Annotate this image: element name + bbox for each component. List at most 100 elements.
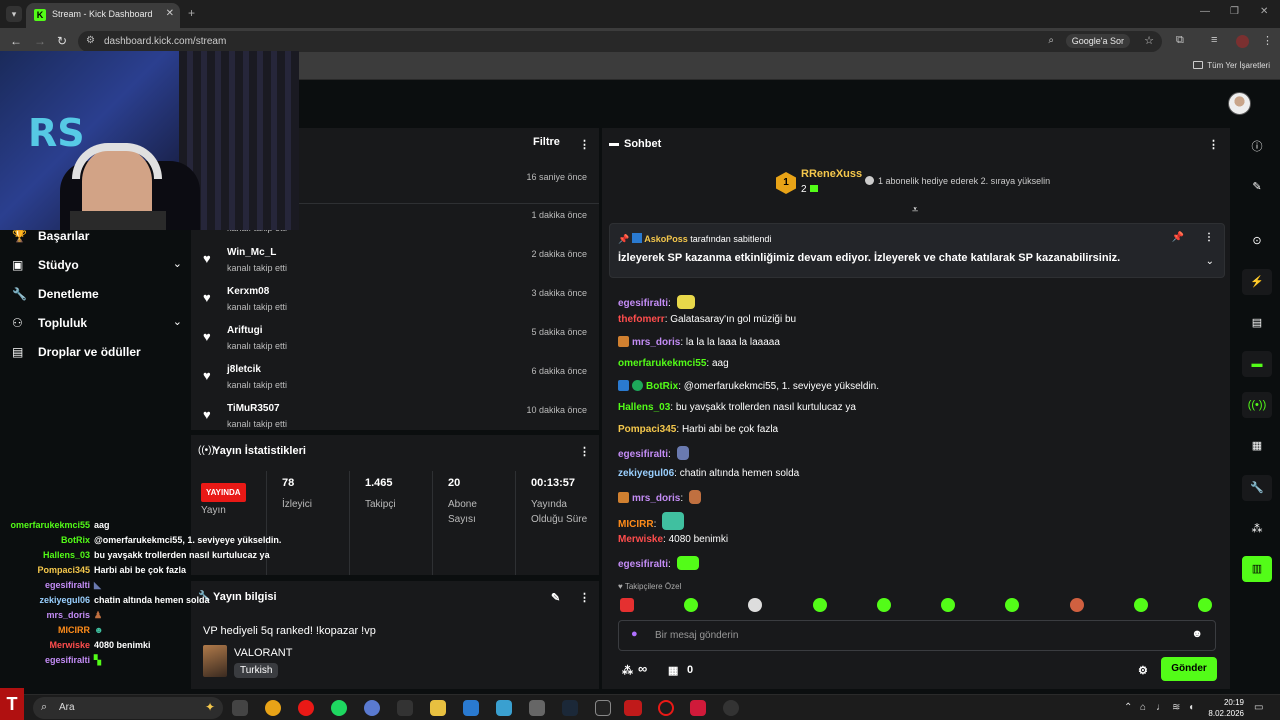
profile-avatar[interactable] [1236, 35, 1249, 48]
broadcast-icon[interactable]: ((•)) [1242, 392, 1272, 418]
obs-icon[interactable] [723, 700, 739, 716]
chat-input[interactable]: ● Bir mesaj gönderin ☻ [618, 620, 1216, 651]
activity-username[interactable]: Ariftugi [227, 325, 263, 336]
chat-username[interactable]: egesifiralti [618, 298, 668, 309]
chrome-icon[interactable] [265, 700, 281, 716]
microphone-icon[interactable]: ♩ [1156, 702, 1166, 713]
opera-icon[interactable] [298, 700, 314, 716]
bookmark-star-icon[interactable]: ☆ [1144, 34, 1154, 47]
activity-username[interactable]: j8letcik [227, 364, 261, 375]
maximize-icon[interactable]: ❐ [1230, 6, 1239, 17]
gear-icon[interactable]: ⚙ [1138, 664, 1148, 677]
notification-icon[interactable]: ▭ [1254, 702, 1263, 713]
emote-icon[interactable] [1005, 598, 1019, 612]
valorant-icon[interactable] [690, 700, 706, 716]
store-icon[interactable] [463, 700, 479, 716]
tab-search-button[interactable]: ▾ [6, 6, 22, 22]
emote-icon[interactable] [748, 598, 762, 612]
edit-icon[interactable]: ✎ [551, 591, 560, 604]
system-clock[interactable]: 20:19 8.02.2026 [1204, 697, 1244, 719]
zoom-icon[interactable]: ⌕ [1048, 35, 1054, 46]
kebab-menu-icon[interactable]: ⋮ [579, 445, 590, 458]
taskbar-search[interactable]: ⌕ Ara ✦ [33, 697, 223, 719]
kebab-menu-icon[interactable]: ⋮ [579, 138, 590, 151]
emote-icon[interactable] [684, 598, 698, 612]
chat-username[interactable]: egesifiralti [618, 559, 668, 570]
emote-icon[interactable] [1198, 598, 1212, 612]
kebab-menu-icon[interactable]: ⋮ [1208, 138, 1219, 151]
community-icon[interactable]: ⁂ [1242, 516, 1272, 542]
collapse-arrow-icon[interactable]: ⩡ [912, 204, 918, 217]
emote-icon[interactable] [1134, 598, 1148, 612]
channel-points-icon[interactable]: ⁂ [622, 664, 633, 677]
chat-username[interactable]: thefomerr [618, 314, 665, 325]
spotify-icon[interactable] [331, 700, 347, 716]
chat-username[interactable]: MICIRR [618, 519, 654, 530]
chat-username[interactable]: omerfarukekmci55 [618, 358, 706, 369]
wifi-icon[interactable]: ≋ [1172, 702, 1180, 713]
chat-username[interactable]: BotRix [646, 381, 678, 392]
site-info-icon[interactable]: ⚙ [86, 35, 95, 46]
browser-tab[interactable]: K Stream - Kick Dashboard ✕ [26, 3, 180, 28]
emote-icon[interactable] [877, 598, 891, 612]
emote-icon[interactable] [620, 598, 634, 612]
calculator-icon[interactable] [529, 700, 545, 716]
new-tab-button[interactable]: + [188, 6, 195, 20]
window-close-icon[interactable]: ✕ [1260, 6, 1268, 17]
filter-button[interactable]: Filtre [533, 136, 560, 148]
google-lens-button[interactable]: Google'a Sor [1065, 34, 1130, 48]
minimize-icon[interactable]: — [1200, 6, 1210, 17]
capcut-icon[interactable] [397, 700, 413, 716]
info-icon[interactable]: ⓘ [1242, 134, 1272, 160]
sidebar-item-drops[interactable]: ▤ Droplar ve ödüller [12, 342, 182, 362]
sidebar-item-community[interactable]: ⚇ Topluluk ⌄ [12, 313, 182, 333]
chat-username[interactable]: egesifiralti [618, 449, 668, 460]
sidebar-item-moderation[interactable]: 🔧 Denetleme [12, 284, 182, 304]
emote-icon[interactable] [1070, 598, 1084, 612]
sidebar-item-studio[interactable]: ▣ Stüdyo ⌄ [12, 255, 182, 275]
app-icon[interactable] [624, 700, 642, 716]
file-explorer-icon[interactable] [430, 700, 446, 716]
kebab-menu-icon[interactable]: ⋮ [1204, 232, 1214, 243]
opera-gx-icon[interactable] [658, 700, 674, 716]
epic-games-icon[interactable] [595, 700, 611, 716]
tray-chevron-icon[interactable]: ⌃ [1124, 702, 1132, 713]
activity-username[interactable]: Win_Mc_L [227, 247, 276, 258]
network-icon[interactable]: ⌂ [1140, 702, 1146, 713]
chevron-down-icon[interactable]: ⌄ [1206, 256, 1214, 267]
chevron-down-icon[interactable]: ⌄ [173, 315, 182, 328]
emoji-icon[interactable]: ☻ [1191, 628, 1203, 640]
activity-username[interactable]: TiMuR3507 [227, 403, 280, 414]
drops-icon[interactable]: ▦ [1242, 433, 1272, 459]
chevron-down-icon[interactable]: ⌄ [173, 257, 182, 270]
omnibox[interactable]: ⚙ dashboard.kick.com/stream ⌕ Google'a S… [78, 31, 1162, 52]
wrench-icon[interactable]: 🔧 [1242, 475, 1272, 501]
tab-close-icon[interactable]: ✕ [166, 8, 174, 19]
bolt-icon[interactable]: ⚡ [1242, 269, 1272, 295]
user-avatar[interactable] [1228, 92, 1251, 115]
kebab-menu-icon[interactable]: ⋮ [579, 591, 590, 604]
volume-icon[interactable]: ◖ [1188, 702, 1194, 713]
steam-icon[interactable] [562, 700, 578, 716]
chat-username[interactable]: Merwiske [618, 534, 663, 545]
chat-username[interactable]: Hallens_03 [618, 402, 670, 413]
app-icon[interactable] [496, 700, 512, 716]
pin-icon[interactable]: 📌 [1172, 232, 1184, 243]
extensions-icon[interactable]: ⧉ [1176, 34, 1184, 47]
emote-icon[interactable] [941, 598, 955, 612]
edit-icon[interactable]: ✎ [1242, 174, 1272, 200]
activity-username[interactable]: Kerxm08 [227, 286, 269, 297]
camera-icon[interactable]: ⊙ [1242, 228, 1272, 254]
document-icon[interactable]: ▤ [1242, 310, 1272, 336]
chat-icon[interactable]: ▬ [1242, 351, 1272, 377]
media-icon[interactable]: ≡ [1211, 34, 1217, 46]
clapperboard-icon[interactable]: ▥ [1242, 556, 1272, 582]
url-text[interactable]: dashboard.kick.com/stream [104, 36, 226, 47]
emote-icon[interactable] [813, 598, 827, 612]
leaderboard-username[interactable]: RReneXuss [801, 168, 862, 180]
chat-username[interactable]: Pompaci345 [618, 424, 676, 435]
forward-icon[interactable]: → [34, 34, 46, 48]
reload-icon[interactable]: ↻ [57, 34, 67, 48]
menu-icon[interactable]: ⋮ [1262, 34, 1273, 47]
chat-username[interactable]: zekiyegul06 [618, 468, 674, 479]
